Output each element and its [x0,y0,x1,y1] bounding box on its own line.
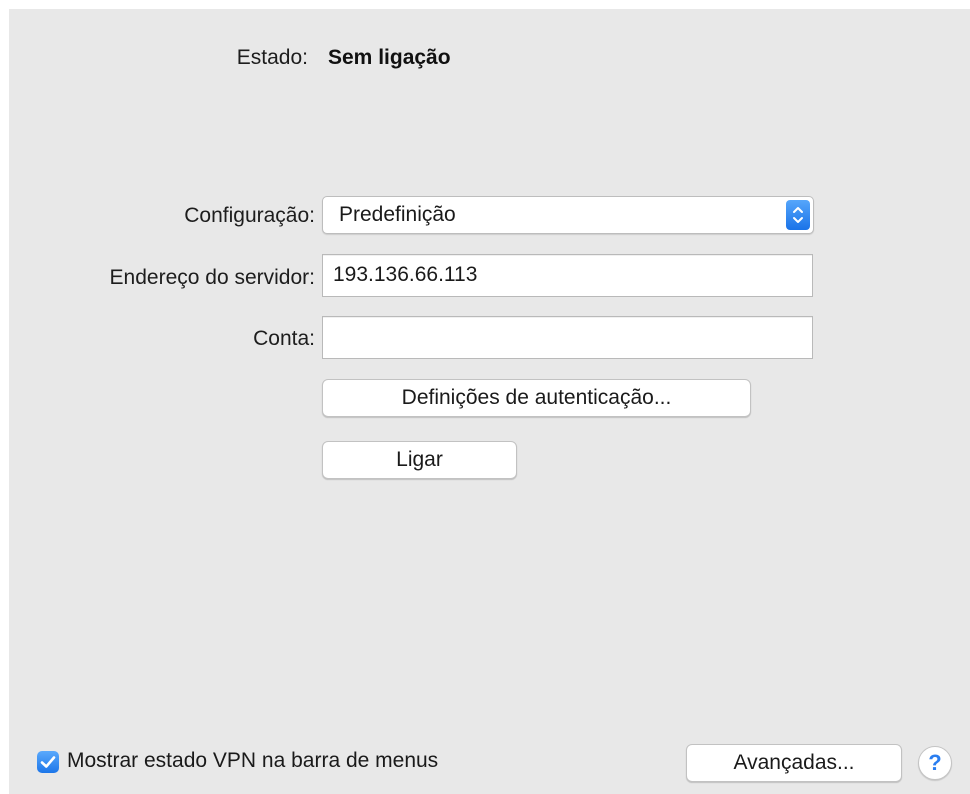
server-address-label: Endereço do servidor: [109,266,315,289]
server-address-value: 193.136.66.113 [333,263,478,286]
connect-button[interactable]: Ligar [322,441,517,479]
account-field[interactable] [322,316,813,359]
account-label: Conta: [253,327,315,350]
updown-chevron-icon [786,200,810,230]
status-value: Sem ligação [328,46,451,69]
authentication-settings-button[interactable]: Definições de autenticação... [322,379,751,417]
server-address-field[interactable]: 193.136.66.113 [322,254,813,297]
advanced-button[interactable]: Avançadas... [686,744,902,782]
show-vpn-status-label[interactable]: Mostrar estado VPN na barra de menus [67,749,438,773]
checkmark-icon [40,756,56,768]
status-label: Estado: [236,46,308,69]
configuration-popup[interactable]: Predefinição [322,196,814,234]
show-vpn-status-checkbox[interactable] [37,751,59,773]
configuration-selected-value: Predefinição [339,203,456,226]
help-icon[interactable]: ? [918,746,952,780]
configuration-label: Configuração: [184,204,315,227]
